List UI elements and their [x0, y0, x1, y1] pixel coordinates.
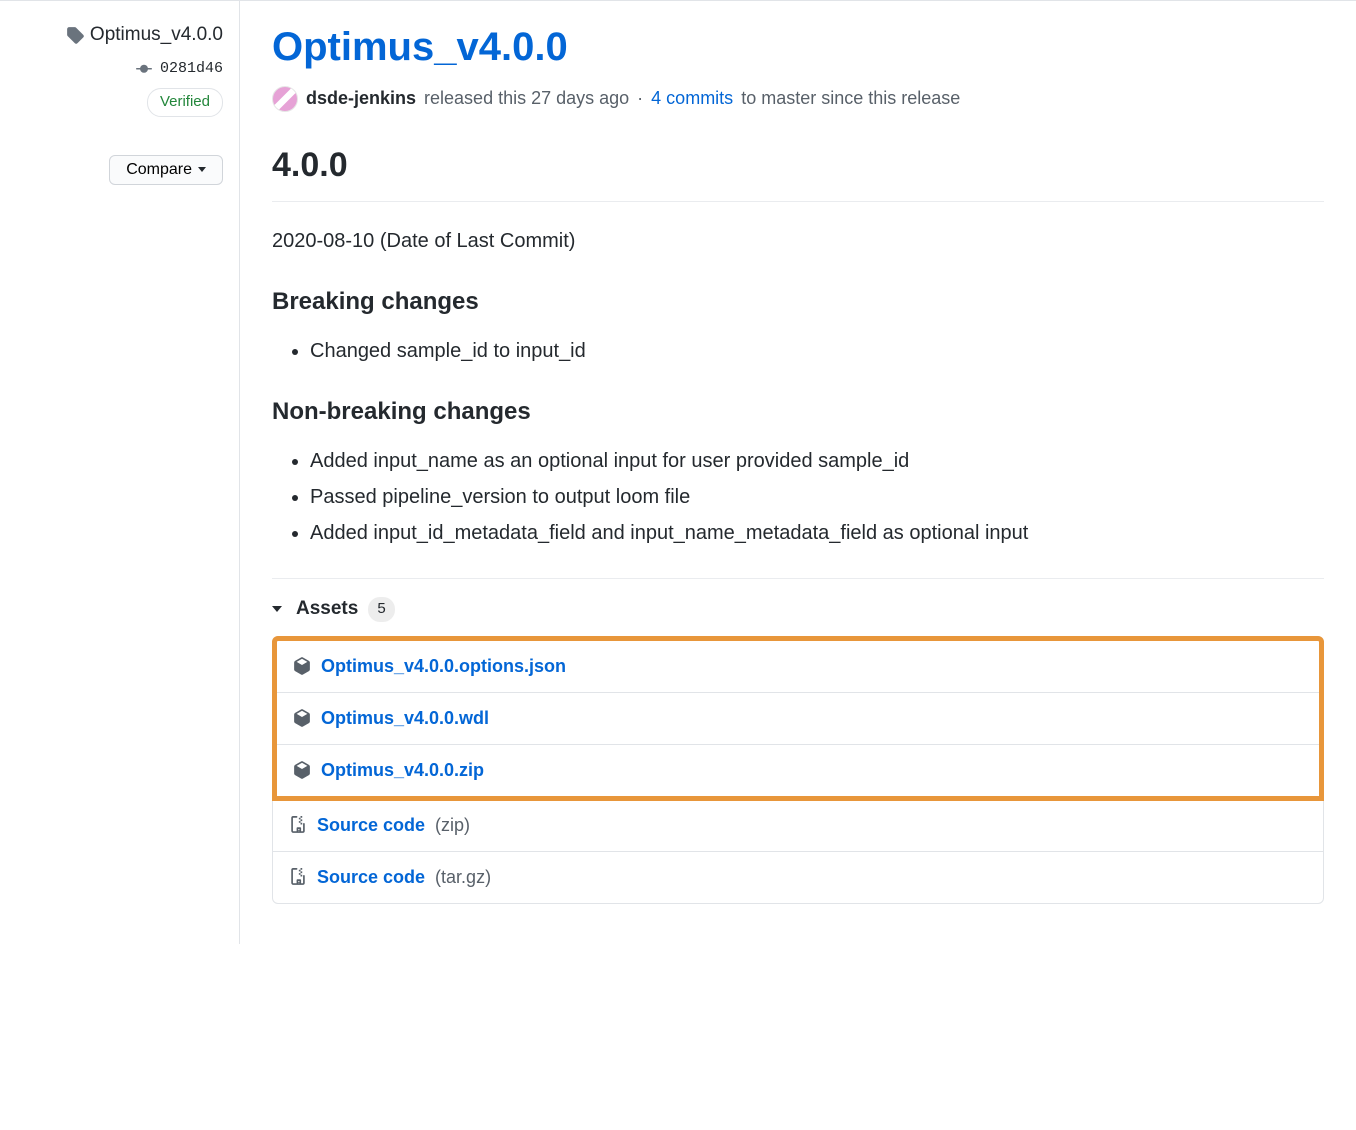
caret-down-icon: [198, 167, 206, 172]
verified-badge[interactable]: Verified: [147, 88, 223, 117]
separator: ·: [637, 85, 643, 112]
assets-label: Assets: [296, 595, 358, 624]
assets-toggle[interactable]: Assets 5: [272, 595, 1324, 624]
tag-name: Optimus_v4.0.0: [90, 21, 223, 50]
released-text: released this 27 days ago: [424, 85, 629, 112]
package-icon: [293, 709, 311, 727]
package-icon: [293, 657, 311, 675]
release-byline: dsde-jenkins released this 27 days ago ·…: [272, 85, 1324, 112]
commits-suffix: to master since this release: [741, 85, 960, 112]
nonbreaking-list: Added input_name as an optional input fo…: [272, 446, 1324, 548]
list-item: Added input_id_metadata_field and input_…: [310, 518, 1324, 548]
list-item: Changed sample_id to input_id: [310, 336, 1324, 366]
asset-link[interactable]: Optimus_v4.0.0.wdl: [321, 705, 489, 732]
commits-link[interactable]: 4 commits: [651, 85, 733, 112]
asset-row[interactable]: Optimus_v4.0.0.zip: [277, 744, 1319, 796]
divider: [272, 578, 1324, 579]
release-title[interactable]: Optimus_v4.0.0: [272, 17, 1324, 77]
caret-down-icon: [272, 606, 282, 612]
version-heading: 4.0.0: [272, 140, 1324, 202]
asset-link[interactable]: Source code: [317, 864, 425, 891]
assets-list: Optimus_v4.0.0.options.json Optimus_v4.0.…: [272, 636, 1324, 904]
list-item: Passed pipeline_version to output loom f…: [310, 482, 1324, 512]
asset-row[interactable]: Source code (tar.gz): [273, 851, 1323, 903]
asset-row[interactable]: Optimus_v4.0.0.options.json: [277, 641, 1319, 692]
commit-sha: 0281d46: [160, 58, 223, 81]
author-link[interactable]: dsde-jenkins: [306, 85, 416, 112]
list-item: Added input_name as an optional input fo…: [310, 446, 1324, 476]
tag-icon: [66, 26, 84, 44]
asset-ext: (zip): [435, 812, 470, 839]
nonbreaking-heading: Non-breaking changes: [272, 394, 1324, 430]
package-icon: [293, 761, 311, 779]
file-zip-icon: [289, 816, 307, 834]
commit-ref[interactable]: 0281d46: [136, 58, 223, 81]
assets-count: 5: [368, 597, 394, 622]
asset-link[interactable]: Optimus_v4.0.0.zip: [321, 757, 484, 784]
asset-row[interactable]: Source code (zip): [273, 800, 1323, 851]
asset-link[interactable]: Optimus_v4.0.0.options.json: [321, 653, 566, 680]
compare-button[interactable]: Compare: [109, 155, 223, 185]
compare-label: Compare: [126, 161, 192, 179]
asset-row[interactable]: Optimus_v4.0.0.wdl: [277, 692, 1319, 744]
asset-ext: (tar.gz): [435, 864, 491, 891]
commit-icon: [136, 61, 152, 77]
breaking-heading: Breaking changes: [272, 284, 1324, 320]
file-zip-icon: [289, 868, 307, 886]
avatar[interactable]: [272, 86, 298, 112]
tag-label[interactable]: Optimus_v4.0.0: [66, 21, 223, 50]
breaking-list: Changed sample_id to input_id: [272, 336, 1324, 366]
asset-link[interactable]: Source code: [317, 812, 425, 839]
date-line: 2020-08-10 (Date of Last Commit): [272, 226, 1324, 256]
